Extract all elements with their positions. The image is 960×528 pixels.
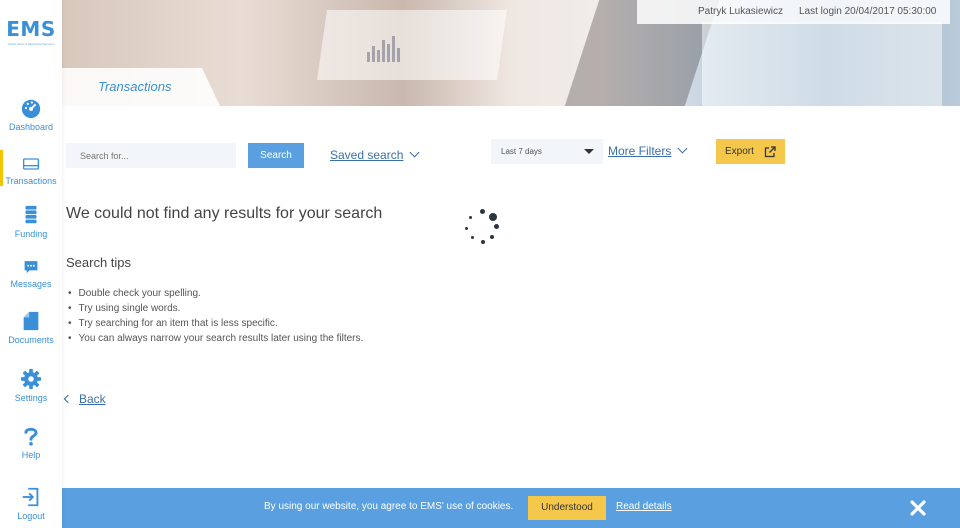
document-icon bbox=[23, 311, 39, 331]
cookie-banner: By using our website, you agree to EMS' … bbox=[62, 488, 960, 528]
sidebar-item-label: Messages bbox=[10, 279, 52, 289]
caret-down-icon bbox=[584, 149, 594, 154]
cookie-message: By using our website, you agree to EMS' … bbox=[264, 501, 514, 512]
back-link[interactable]: Back bbox=[62, 392, 106, 406]
header-banner: Patryk Lukasiewicz Last login 20/04/2017… bbox=[62, 0, 960, 106]
dashboard-gauge-icon bbox=[21, 99, 41, 119]
sidebar-item-label: Settings bbox=[14, 393, 48, 403]
chevron-left-icon bbox=[63, 394, 73, 404]
page-title-tab: Transactions bbox=[62, 68, 220, 106]
sidebar-item-label: Logout bbox=[17, 511, 45, 521]
chevron-down-icon bbox=[677, 143, 688, 154]
user-name[interactable]: Patryk Lukasiewicz bbox=[698, 0, 783, 24]
export-button[interactable]: Export bbox=[716, 139, 785, 164]
export-label: Export bbox=[725, 146, 754, 157]
search-tips-list: Double check your spelling. Try using si… bbox=[68, 286, 364, 346]
understood-button[interactable]: Understood bbox=[528, 496, 606, 520]
more-filters-dropdown[interactable]: More Filters bbox=[608, 143, 688, 158]
list-item: Try searching for an item that is less s… bbox=[68, 316, 363, 331]
sidebar-item-label: Documents bbox=[8, 335, 54, 345]
question-icon bbox=[24, 427, 38, 446]
sidebar-item-logout[interactable]: Logout bbox=[0, 486, 62, 522]
last-login: Last login 20/04/2017 05:30:00 bbox=[799, 6, 937, 17]
read-details-link[interactable]: Read details bbox=[616, 501, 672, 512]
gear-icon bbox=[20, 368, 42, 390]
coins-icon bbox=[25, 205, 37, 224]
chevron-down-icon bbox=[409, 147, 420, 158]
banner-chart-graphic bbox=[367, 36, 402, 66]
list-item: You can always narrow your search result… bbox=[68, 331, 364, 346]
external-link-icon bbox=[764, 146, 776, 158]
saved-search-label: Saved search bbox=[330, 148, 404, 162]
sidebar-item-funding[interactable]: Funding bbox=[0, 204, 62, 240]
list-item: Try using single words. bbox=[68, 301, 363, 316]
sidebar-item-dashboard[interactable]: Dashboard bbox=[0, 97, 62, 133]
list-item: Double check your spelling. bbox=[68, 286, 363, 301]
sidebar-item-label: Funding bbox=[14, 229, 48, 239]
close-icon[interactable] bbox=[908, 498, 928, 518]
sidebar: EMS Online Store & Merchants Services Da… bbox=[0, 0, 62, 528]
date-range-value: Last 7 days bbox=[501, 147, 542, 156]
search-tips-title: Search tips bbox=[66, 255, 132, 270]
sidebar-item-documents[interactable]: Documents bbox=[0, 310, 62, 346]
search-input[interactable] bbox=[66, 143, 236, 168]
sidebar-item-label: Transactions bbox=[5, 176, 57, 186]
user-bar: Patryk Lukasiewicz Last login 20/04/2017… bbox=[637, 0, 950, 24]
sidebar-item-label: Dashboard bbox=[8, 122, 54, 132]
logo-subtitle: Online Store & Merchants Services bbox=[7, 42, 55, 46]
card-icon bbox=[23, 158, 39, 170]
empty-results-message: We could not find any results for your s… bbox=[66, 205, 383, 222]
logo-mark: EMS bbox=[6, 17, 56, 41]
loading-spinner-icon bbox=[462, 208, 502, 248]
ems-logo[interactable]: EMS Online Store & Merchants Services bbox=[6, 18, 56, 47]
chat-icon bbox=[24, 261, 38, 274]
page-title: Transactions bbox=[98, 79, 172, 94]
sidebar-item-messages[interactable]: Messages bbox=[0, 259, 62, 290]
logout-icon bbox=[22, 487, 39, 507]
sidebar-item-transactions[interactable]: Transactions bbox=[0, 150, 62, 187]
sidebar-item-help[interactable]: Help bbox=[0, 425, 62, 461]
search-button[interactable]: Search bbox=[248, 143, 304, 168]
sidebar-item-settings[interactable]: Settings bbox=[0, 368, 62, 404]
more-filters-label: More Filters bbox=[608, 144, 672, 158]
saved-search-dropdown[interactable]: Saved search bbox=[330, 147, 420, 162]
back-label: Back bbox=[79, 392, 106, 406]
date-range-select[interactable]: Last 7 days bbox=[491, 139, 603, 164]
sidebar-item-label: Help bbox=[21, 450, 41, 460]
